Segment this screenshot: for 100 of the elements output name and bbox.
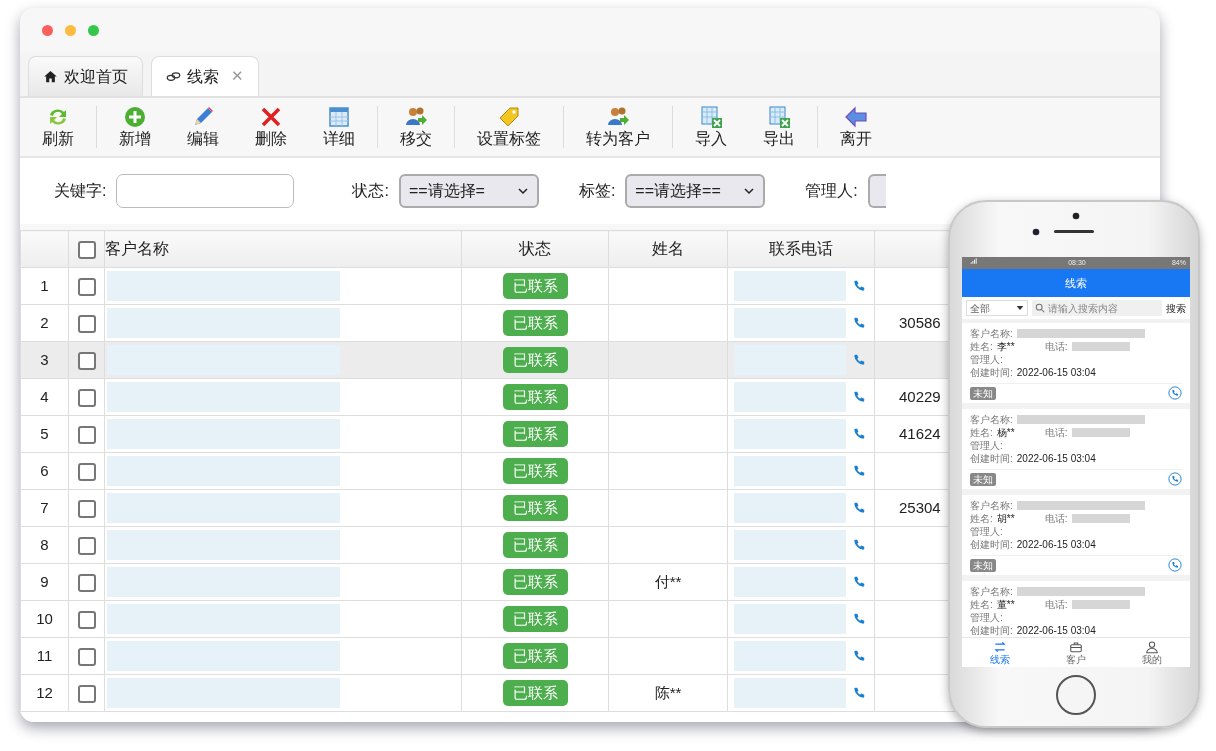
checkbox[interactable]	[77, 425, 96, 444]
checkbox[interactable]	[77, 277, 96, 296]
lead-card[interactable]: 客户名称: 姓名: 董** 电话: 管理人: 创建时间: 2022-06-15 03:04	[962, 581, 1190, 637]
toolbar-button[interactable]: 导入	[677, 103, 745, 151]
filter-dropdown[interactable]: 全部	[966, 300, 1028, 316]
toolbar-button[interactable]: 设置标签	[459, 103, 559, 151]
column-header: 姓名	[608, 230, 728, 268]
status-badge: 已联系	[502, 309, 568, 337]
window-control-button[interactable]	[42, 24, 53, 36]
filter-label: 管理人:	[805, 181, 858, 201]
checkbox[interactable]	[77, 462, 96, 481]
nav-tab[interactable]: 我的	[1114, 638, 1190, 667]
field-value: 胡**	[996, 512, 1016, 525]
chevron-down-icon	[516, 185, 529, 197]
status-badge: 未知	[970, 558, 996, 572]
checkbox[interactable]	[77, 684, 96, 703]
checkbox[interactable]	[77, 536, 96, 555]
checkbox[interactable]	[77, 314, 96, 333]
row-number: 11	[20, 637, 69, 675]
arrows-icon	[993, 640, 1007, 654]
row-number: 7	[20, 489, 69, 527]
row-number: 1	[20, 267, 69, 305]
field-label: 管理人:	[970, 611, 1003, 624]
lead-card[interactable]: 客户名称: 姓名: 李** 电话: 管理人: 创建时间: 2022-06-15 03:04 未知	[962, 323, 1190, 403]
checkbox[interactable]	[77, 388, 96, 407]
link-icon	[166, 69, 181, 84]
checkbox[interactable]	[77, 610, 96, 629]
phone-icon[interactable]	[852, 575, 866, 589]
row-number: 2	[20, 304, 69, 342]
field-value: 2022-06-15 03:04	[1016, 538, 1096, 551]
phone-icon[interactable]	[852, 427, 866, 441]
phone-call-icon[interactable]	[1168, 558, 1182, 572]
table-cell: 付**	[608, 563, 728, 601]
toolbar-button[interactable]: 详细	[305, 103, 373, 151]
row-number: 3	[20, 341, 69, 379]
phone-icon[interactable]	[852, 464, 866, 478]
checkbox[interactable]	[77, 351, 96, 370]
nav-tab[interactable]: 客户	[1038, 638, 1114, 667]
home-button[interactable]	[1056, 675, 1096, 715]
field-value: 杨**	[996, 426, 1016, 439]
select-field[interactable]: ==请选择=	[398, 174, 539, 208]
toolbar-button[interactable]: 离开	[822, 103, 890, 151]
status-badge: 未知	[970, 472, 996, 486]
filter-label: 标签:	[578, 181, 616, 201]
tab[interactable]: 线索 ✕	[151, 56, 259, 96]
field-value: 2022-06-15 03:04	[1016, 452, 1096, 465]
nav-tab[interactable]: 线索	[962, 638, 1038, 667]
row-number: 5	[20, 415, 69, 453]
toolbar-button[interactable]: 导出	[745, 103, 813, 151]
lead-card[interactable]: 客户名称: 姓名: 杨** 电话: 管理人: 创建时间: 2022-06-15 03:04 未知	[962, 409, 1190, 489]
checkbox[interactable]	[77, 240, 96, 259]
phone-icon[interactable]	[852, 612, 866, 626]
toolbar-button[interactable]: 刷新	[24, 103, 92, 151]
table-cell: 陈**	[608, 674, 728, 712]
checkbox[interactable]	[77, 573, 96, 592]
checkbox[interactable]	[77, 647, 96, 666]
spreadsheet-icon	[699, 105, 723, 130]
phone-icon[interactable]	[852, 538, 866, 552]
tab[interactable]: 欢迎首页	[28, 56, 143, 96]
field-label: 客户名称:	[970, 499, 1013, 512]
select-field[interactable]	[867, 174, 886, 208]
column-header: 状态	[461, 230, 609, 268]
redaction-block	[1071, 428, 1130, 437]
row-number: 9	[20, 563, 69, 601]
phone-icon[interactable]	[852, 649, 866, 663]
toolbar-button[interactable]: 移交	[382, 103, 450, 151]
phone-icon[interactable]	[852, 279, 866, 293]
field-label: 创建时间:	[970, 538, 1013, 551]
phone-call-icon[interactable]	[1168, 386, 1182, 400]
field-label: 电话:	[1044, 512, 1068, 525]
toolbar-button[interactable]: 新增	[101, 103, 169, 151]
search-icon	[1035, 303, 1045, 313]
phone-icon[interactable]	[852, 501, 866, 515]
toolbar-button[interactable]: 转为客户	[568, 103, 668, 151]
row-number: 10	[20, 600, 69, 638]
phone-icon[interactable]	[852, 390, 866, 404]
field-label: 创建时间:	[970, 366, 1013, 379]
field-label: 客户名称:	[970, 585, 1013, 598]
spreadsheet-icon	[767, 105, 791, 130]
field-label: 姓名:	[970, 598, 993, 611]
phone-icon[interactable]	[852, 353, 866, 367]
checkbox[interactable]	[77, 499, 96, 518]
redaction-block	[1071, 342, 1130, 351]
field-value: 李**	[996, 340, 1016, 353]
field-label: 管理人:	[970, 525, 1003, 538]
phone-call-icon[interactable]	[1168, 472, 1182, 486]
phone-icon[interactable]	[852, 316, 866, 330]
status-badge: 已联系	[502, 383, 568, 411]
toolbar-button[interactable]: 编辑	[169, 103, 237, 151]
person-icon	[1145, 640, 1159, 654]
toolbar-button[interactable]: 删除	[237, 103, 305, 151]
select-field[interactable]: ==请选择==	[625, 174, 766, 208]
search-button[interactable]: 搜索	[1166, 300, 1186, 316]
field-label: 客户名称:	[970, 413, 1013, 426]
phone-icon[interactable]	[852, 686, 866, 700]
lead-card[interactable]: 客户名称: 姓名: 胡** 电话: 管理人: 创建时间: 2022-06-15 03:04 未知	[962, 495, 1190, 575]
field-label: 客户名称:	[970, 327, 1013, 340]
keyword-field[interactable]	[116, 174, 295, 208]
status-badge: 未知	[970, 386, 996, 400]
status-badge: 已联系	[502, 346, 568, 374]
